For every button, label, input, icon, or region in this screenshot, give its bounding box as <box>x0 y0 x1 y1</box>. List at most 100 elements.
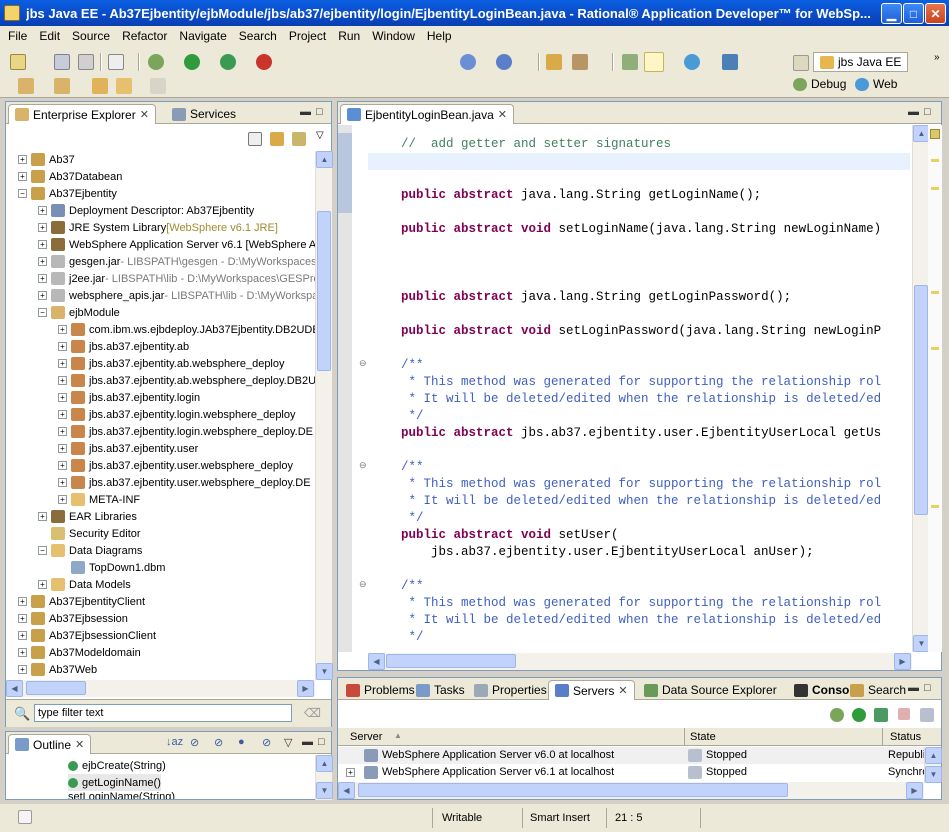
new-server-icon[interactable] <box>460 54 476 70</box>
filter-icon[interactable] <box>292 132 306 146</box>
code-line[interactable]: */ <box>401 630 424 644</box>
minimize-button[interactable]: ▁ <box>881 3 902 24</box>
collapse-icon[interactable]: − <box>38 308 47 317</box>
code-line[interactable]: * It will be deleted/edited when the rel… <box>401 392 882 406</box>
perspective-web[interactable]: Web <box>855 77 897 91</box>
tree-item[interactable]: TopDown1.dbm <box>58 559 165 576</box>
print-icon[interactable] <box>78 54 94 70</box>
expand-icon[interactable]: + <box>18 155 27 164</box>
tree-item[interactable]: + jbs.ab37.ejbentity.login <box>58 389 200 406</box>
expand-icon[interactable]: + <box>18 665 27 674</box>
tree-item[interactable]: + jbs.ab37.ejbentity.ab.websphere_deploy.… <box>58 372 315 389</box>
tree-item[interactable]: + jbs.ab37.ejbentity.login.websphere_depl… <box>58 423 313 440</box>
tree-item[interactable]: Security Editor <box>38 525 141 542</box>
scroll-right-icon[interactable]: ▶ <box>906 782 923 799</box>
close-icon[interactable]: ✕ <box>618 684 627 697</box>
overview-marker[interactable] <box>931 505 939 508</box>
tree-item[interactable]: + Ab37Web <box>18 661 97 678</box>
fold-icon[interactable]: ⊖ <box>359 358 367 369</box>
scroll-left-icon[interactable]: ◀ <box>6 680 23 697</box>
expand-icon[interactable]: + <box>38 274 47 283</box>
close-icon[interactable]: ✕ <box>140 108 149 121</box>
fold-icon[interactable]: ⊖ <box>359 579 367 590</box>
last-edit-icon[interactable] <box>92 78 108 94</box>
expand-icon[interactable]: + <box>58 359 67 368</box>
view-menu-icon[interactable]: ▽ <box>316 130 324 141</box>
perspective-jbs-java-ee[interactable]: jbs Java EE <box>813 52 909 72</box>
hide-fields-icon[interactable]: ⊘ <box>190 736 199 749</box>
maximize-view-icon[interactable]: □ <box>924 682 931 694</box>
expand-icon[interactable]: + <box>38 580 47 589</box>
overview-warning-icon[interactable] <box>930 129 940 139</box>
maximize-button[interactable]: □ <box>903 3 924 24</box>
expand-icon[interactable]: + <box>18 597 27 606</box>
collapse-icon[interactable]: − <box>38 546 47 555</box>
menu-project[interactable]: Project <box>283 29 332 43</box>
hscroll-thumb[interactable] <box>358 783 788 797</box>
expand-icon[interactable]: + <box>38 257 47 266</box>
tree-item[interactable]: + Ab37Databean <box>18 168 122 185</box>
tree-item[interactable]: + jbs.ab37.ejbentity.ab.websphere_deploy <box>58 355 285 372</box>
open-type-icon[interactable] <box>546 54 562 70</box>
tree-item[interactable]: + j2ee.jar - LIBSPATH\lib - D:\MyWorkspac… <box>38 270 315 287</box>
fold-icon[interactable]: ⊖ <box>359 460 367 471</box>
expand-icon[interactable]: + <box>346 768 355 777</box>
globe-icon[interactable] <box>684 54 700 70</box>
column-server[interactable]: Server <box>350 731 382 743</box>
new-icon[interactable] <box>10 54 26 70</box>
tree-item[interactable]: + jbs.ab37.ejbentity.user <box>58 440 198 457</box>
run-icon[interactable] <box>184 54 200 70</box>
code-line[interactable]: public abstract void setLoginPassword(ja… <box>401 324 881 338</box>
tab-servers[interactable]: Servers ✕ <box>548 680 635 700</box>
tree-item[interactable]: + Ab37 <box>18 151 75 168</box>
expand-icon[interactable]: + <box>18 648 27 657</box>
menu-window[interactable]: Window <box>366 29 421 43</box>
outline-item[interactable]: getLoginName() <box>68 774 161 791</box>
tab-services[interactable]: Services <box>166 104 242 124</box>
tab-properties[interactable]: Properties <box>468 680 553 700</box>
menu-help[interactable]: Help <box>421 29 458 43</box>
outline-item[interactable]: ejbCreate(String) <box>68 757 166 774</box>
tree-item[interactable]: + META-INF <box>58 491 140 508</box>
tree-item[interactable]: + Ab37Modeldomain <box>18 644 141 661</box>
stop-server-icon[interactable] <box>898 708 910 720</box>
expand-icon[interactable]: + <box>58 410 67 419</box>
scroll-left-icon[interactable]: ◀ <box>368 653 385 670</box>
back-icon[interactable] <box>116 78 132 94</box>
tab-enterprise-explorer[interactable]: Enterprise Explorer ✕ <box>8 104 156 124</box>
code-line[interactable]: public abstract void setUser( <box>401 528 619 542</box>
tab-tasks[interactable]: Tasks <box>410 680 471 700</box>
tab-search[interactable]: Search <box>844 680 912 700</box>
tab-outline[interactable]: Outline ✕ <box>8 734 92 754</box>
scroll-down-icon[interactable]: ▼ <box>316 782 333 799</box>
tab-problems[interactable]: Problems <box>340 680 421 700</box>
overview-marker[interactable] <box>931 187 939 190</box>
code-line[interactable]: /** <box>401 579 424 593</box>
code-line[interactable]: * This method was generated for supporti… <box>401 477 882 491</box>
expand-icon[interactable]: + <box>58 461 67 470</box>
search-tool-icon[interactable] <box>572 54 588 70</box>
fast-view-icon[interactable] <box>18 810 32 824</box>
expand-icon[interactable]: + <box>58 495 67 504</box>
scroll-down-icon[interactable]: ▼ <box>925 766 942 783</box>
tree-item[interactable]: − Ab37Ejbentity <box>18 185 117 202</box>
stop-server-icon[interactable] <box>256 54 272 70</box>
clear-filter-icon[interactable]: ⌫ <box>304 706 321 720</box>
code-line[interactable]: public abstract void setLoginName(java.l… <box>401 222 881 236</box>
column-status[interactable]: Status <box>890 731 921 743</box>
code-line[interactable]: // add getter and setter signatures <box>401 137 671 151</box>
start-server-icon[interactable] <box>852 708 866 722</box>
close-icon[interactable]: ✕ <box>498 108 507 121</box>
tree-item[interactable]: − ejbModule <box>38 304 120 321</box>
code-line[interactable]: * It will be deleted/edited when the rel… <box>401 494 882 508</box>
expand-icon[interactable]: + <box>18 614 27 623</box>
servers-horizontal-scrollbar[interactable]: ◀ ▶ <box>338 782 924 799</box>
menu-edit[interactable]: Edit <box>33 29 66 43</box>
menu-search[interactable]: Search <box>233 29 283 43</box>
expand-icon[interactable]: + <box>58 444 67 453</box>
overview-marker[interactable] <box>931 347 939 350</box>
filter-input[interactable] <box>34 704 292 722</box>
menu-refactor[interactable]: Refactor <box>116 29 173 43</box>
hide-static-icon[interactable]: ⊘ <box>214 736 223 749</box>
expand-icon[interactable]: + <box>38 223 47 232</box>
